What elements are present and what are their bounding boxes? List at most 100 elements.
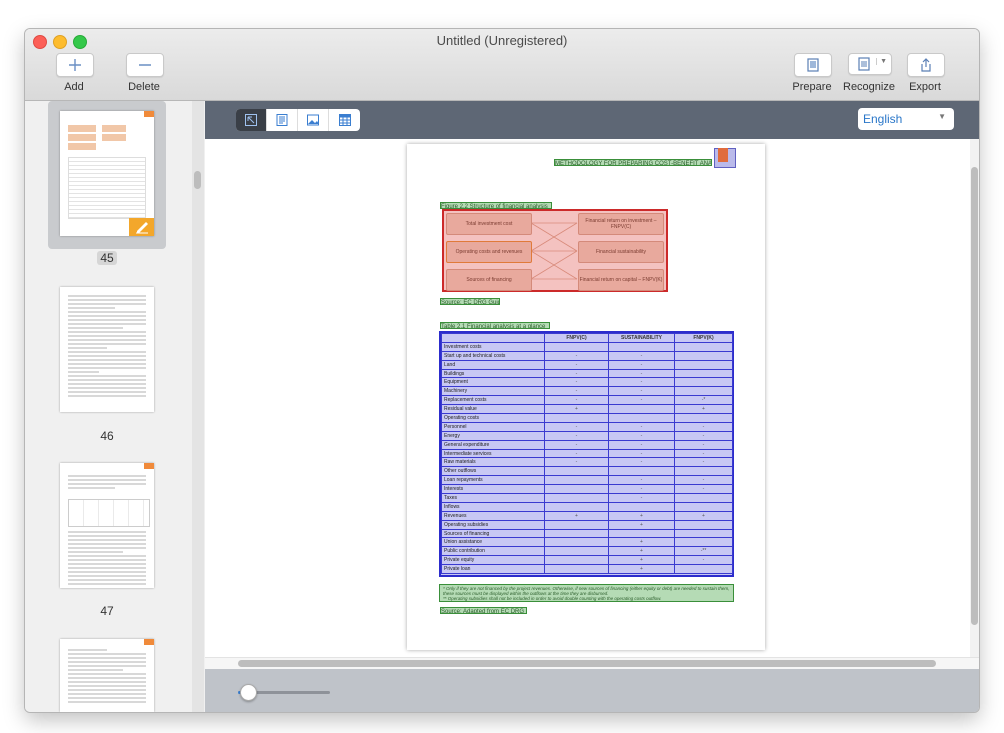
table-row: Raw materials - - - — [441, 457, 733, 468]
table-cell: - — [674, 448, 733, 459]
page-thumbnail-47[interactable] — [60, 463, 154, 588]
table-cell: + — [608, 564, 675, 575]
zoom-slider-knob[interactable] — [240, 684, 257, 701]
delete-label: Delete — [128, 81, 160, 93]
table-row-label: Private equity — [441, 555, 545, 566]
table-cell — [674, 350, 733, 361]
window-title: Untitled (Unregistered) — [436, 33, 568, 48]
table-row-label: Equipment — [441, 377, 545, 388]
prepare-button[interactable] — [794, 53, 832, 77]
figure-box-sustainability: Financial sustainability — [578, 241, 664, 263]
table-cell — [674, 377, 733, 388]
canvas-vertical-scroll-thumb[interactable] — [971, 167, 978, 625]
figure-picture-zone[interactable]: Total investment cost Operating costs an… — [442, 209, 668, 292]
language-select[interactable]: English ▼ — [858, 108, 954, 130]
table-row-label: Loan repayments — [441, 475, 545, 486]
table-cell: - — [544, 368, 609, 379]
recognize-label: Recognize — [843, 81, 895, 93]
table-cell — [674, 528, 733, 539]
table-cell: - — [544, 395, 609, 406]
table-cell: -* — [674, 395, 733, 406]
header-text-zone[interactable]: METHODOLOGY FOR PREPARING COST-BENEFIT A… — [554, 159, 712, 166]
figure-source-zone[interactable]: Source: EC DRG Guide 2008 — [440, 298, 500, 305]
zone-mode-selector[interactable] — [236, 109, 360, 131]
table-cell — [544, 475, 609, 486]
footnote-3: ** Operating subsidies shall not be incl… — [443, 596, 662, 601]
table-cell — [544, 466, 609, 477]
page-number-glyph — [718, 148, 728, 162]
table-cell: - — [608, 448, 675, 459]
table-row: Start up and technical costs - - — [441, 350, 733, 361]
canvas-horizontal-scroll-thumb[interactable] — [238, 660, 936, 667]
table-row: Private equity + - — [441, 555, 733, 566]
recognize-button[interactable]: ▼ — [848, 53, 892, 75]
table-cell — [674, 368, 733, 379]
table-cell — [544, 519, 609, 530]
page-thumbnail-46[interactable] — [60, 287, 154, 412]
table-row: Inflows — [441, 501, 733, 512]
minus-icon — [139, 64, 151, 66]
table-row-label: Raw materials — [441, 457, 545, 468]
table-source-zone[interactable]: Source: Adapted from EC DRG Guide 2008 — [440, 607, 527, 614]
table-row-label: Machinery — [441, 386, 545, 397]
recognize-dropdown-icon[interactable]: ▼ — [876, 58, 887, 65]
page-thumbnail-48[interactable] — [60, 639, 154, 712]
table-row-label: Operating subsidies — [441, 519, 545, 530]
table-header-row: FNPV(C) SUSTAINABILITY FNPV(K) — [441, 333, 733, 343]
table-row: Residual value + + — [441, 404, 733, 415]
edit-pencil-icon[interactable] — [129, 218, 154, 236]
table-zone-button[interactable] — [329, 109, 360, 131]
table-cell — [674, 493, 733, 503]
table-cell: + — [608, 537, 675, 548]
table-row-label: Sources of financing — [441, 528, 545, 539]
table-cell: - — [608, 368, 675, 379]
table-row: General expenditure - - - — [441, 439, 733, 450]
table-cell: - — [608, 350, 675, 361]
table-cell: - — [608, 430, 675, 441]
table-row: Intermediate services - - - — [441, 448, 733, 459]
table-caption-zone[interactable]: Table 2.1 Financial analysis at a glance — [440, 322, 550, 329]
select-zone-button[interactable] — [236, 109, 267, 131]
table-row-label: Private loan — [441, 564, 545, 575]
footnotes-zone[interactable]: * Only if they are not financed by the p… — [439, 584, 734, 602]
table-row: Buildings - - — [441, 368, 733, 379]
table-cell — [544, 546, 609, 557]
table-cell: - — [608, 439, 675, 450]
table-row: Equipment - - — [441, 377, 733, 388]
table-cell — [544, 501, 609, 512]
table-cell — [674, 413, 733, 423]
table-cell — [544, 537, 609, 548]
table-cell — [544, 413, 609, 423]
app-window: Untitled (Unregistered) Add Delete Prepa… — [25, 29, 979, 712]
table-cell — [674, 564, 733, 575]
export-button[interactable] — [907, 53, 945, 77]
table-cell: + — [608, 510, 675, 521]
table-row: Taxes - — [441, 493, 733, 503]
table-cell: - — [608, 457, 675, 468]
add-button[interactable] — [56, 53, 94, 77]
add-label: Add — [64, 81, 84, 93]
table-row: Land - - — [441, 359, 733, 370]
sidebar-scrollbar[interactable] — [192, 101, 204, 712]
table-header-cell: FNPV(C) — [544, 333, 609, 343]
page-number-46: 46 — [100, 429, 114, 443]
text-zone-button[interactable] — [267, 109, 298, 131]
table-cell: - — [544, 359, 609, 370]
table-row-label: Personnel — [441, 421, 545, 432]
table-row: Energy - - - — [441, 430, 733, 441]
figure-caption-zone[interactable]: Figure 2.2 Structure of financial analys… — [440, 202, 552, 209]
table-cell: -** — [674, 546, 733, 557]
table-cell — [608, 341, 675, 352]
table-cell: - — [674, 475, 733, 486]
table-cell: - — [544, 457, 609, 468]
delete-button[interactable] — [126, 53, 164, 77]
table-zone[interactable]: FNPV(C) SUSTAINABILITY FNPV(K) Investment c… — [439, 331, 734, 577]
table-row-label: Operating costs — [441, 413, 545, 423]
page-thumbnail-45[interactable] — [60, 111, 154, 236]
table-cell — [608, 413, 675, 423]
document-page[interactable]: METHODOLOGY FOR PREPARING COST-BENEFIT A… — [407, 144, 765, 650]
picture-zone-button[interactable] — [298, 109, 329, 131]
table-row-label: Replacement costs — [441, 395, 545, 406]
table-cell — [674, 537, 733, 548]
sidebar-scroll-thumb[interactable] — [194, 171, 201, 189]
